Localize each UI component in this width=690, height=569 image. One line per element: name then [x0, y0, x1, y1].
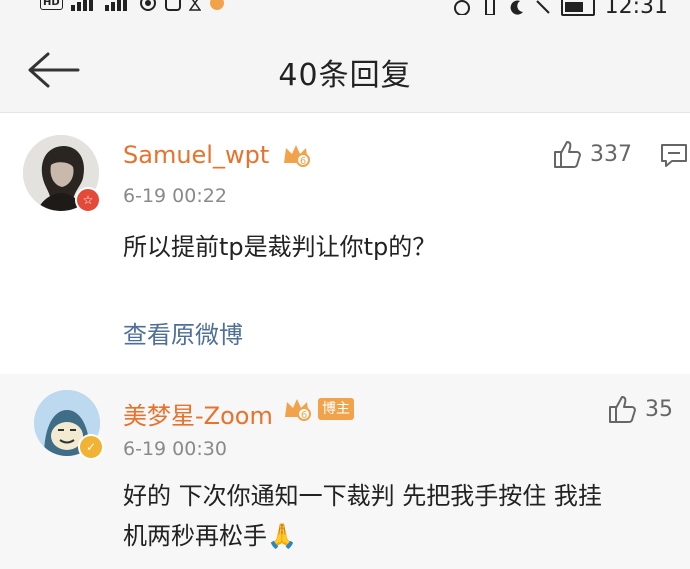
comment-text-line-1: 好的 下次你通知一下裁判 先把我手按住 我挂: [123, 482, 602, 510]
page-title: 40条回复: [278, 58, 412, 93]
nfc-icon: [164, 0, 181, 11]
avatar-badge: ☆: [75, 187, 101, 213]
crown-level: 6: [301, 410, 307, 421]
signal-icon: [70, 0, 93, 11]
like-button[interactable]: 337: [552, 139, 632, 169]
eye-icon: [139, 0, 156, 11]
hourglass-icon: [188, 0, 201, 11]
status-right: 12:31: [453, 0, 668, 16]
username[interactable]: Samuel_wpt: [123, 141, 269, 169]
comment-card: ☆ Samuel_wpt 6 6-19 00:22 所以提前tp是裁判让你tp的…: [0, 112, 690, 375]
thumbs-up-icon: [609, 396, 636, 423]
nav-bar: 40条回复: [0, 16, 690, 112]
thumbs-up-icon: [554, 141, 581, 168]
comment-text-line-2: 机两秒再松手🙏: [123, 522, 297, 550]
alarm-icon: [453, 0, 470, 15]
notification-icon: [209, 0, 224, 10]
crown-icon: 6: [285, 399, 311, 421]
comment-text: 所以提前tp是裁判让你tp的？: [123, 233, 437, 261]
author-tag: 博主: [318, 398, 354, 420]
vibrate-icon: [484, 0, 495, 15]
moon-icon: [510, 0, 523, 15]
reply-card: ✓ 美梦星-Zoom 6 博主 6-19 00:30 好的 下次你通知一下裁判 …: [0, 374, 690, 569]
timestamp: 6-19 00:30: [123, 438, 227, 460]
username[interactable]: 美梦星-Zoom: [123, 396, 273, 431]
crown-level: 6: [300, 156, 306, 167]
timestamp: 6-19 00:22: [123, 185, 227, 207]
like-count: 35: [645, 396, 673, 422]
status-bar: HD 12:31: [0, 0, 690, 16]
battery-icon: [560, 0, 595, 16]
view-original-link[interactable]: 查看原微博: [123, 315, 243, 350]
hd-indicator: HD: [40, 0, 63, 10]
crown-icon: 6: [284, 145, 310, 167]
clock: 12:31: [604, 0, 668, 16]
signal-icon: [104, 0, 127, 11]
verified-badge: ✓: [78, 434, 104, 460]
status-left: HD: [40, 0, 225, 11]
like-count: 337: [590, 141, 632, 167]
like-button[interactable]: 35: [607, 394, 673, 424]
mute-icon: [535, 0, 550, 14]
reply-icon[interactable]: [660, 141, 688, 169]
